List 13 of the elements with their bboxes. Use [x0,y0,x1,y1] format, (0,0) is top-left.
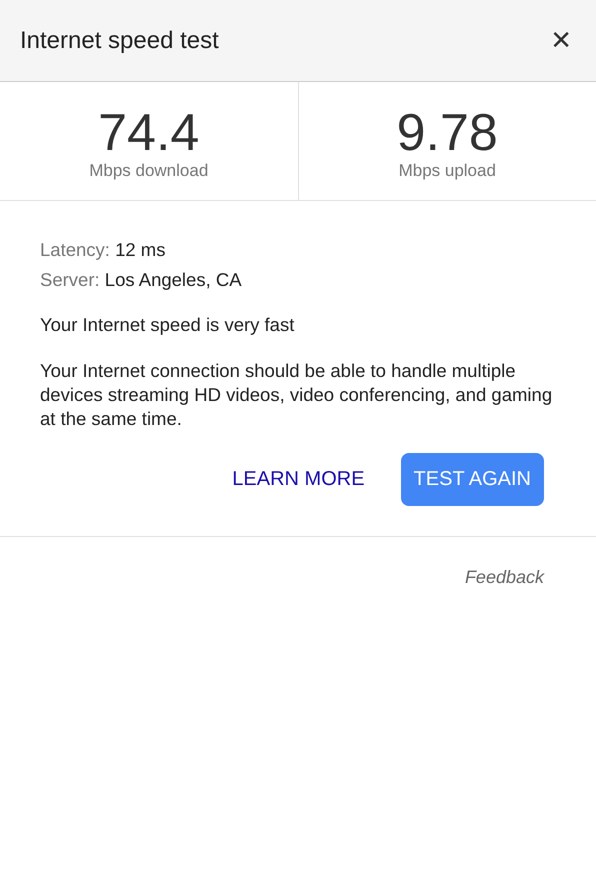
speed-label: Mbps download [89,161,208,181]
feedback-link[interactable]: Feedback [464,567,544,588]
test-again-button[interactable]: TEST AGAIN [400,453,544,506]
speed-verdict: Your Internet speed is very fast [40,313,296,337]
detail-line: Latency: 12 ms [40,238,166,262]
learn-more-link[interactable]: LEARN MORE [232,468,365,491]
close-button[interactable]: ✕ [546,26,576,56]
panel-title: Internet speed test [20,26,219,54]
speed-description: Your Internet connection should be able to handle multiple devices streaming HD videos, video conferencing, and gaming at the same time. [40,359,554,431]
speed-value: 9.78 [396,107,498,159]
speed-value: 74.4 [98,107,200,159]
speed-label: Mbps upload [398,161,496,181]
detail-line: Server: Los Angeles, CA [40,268,243,292]
